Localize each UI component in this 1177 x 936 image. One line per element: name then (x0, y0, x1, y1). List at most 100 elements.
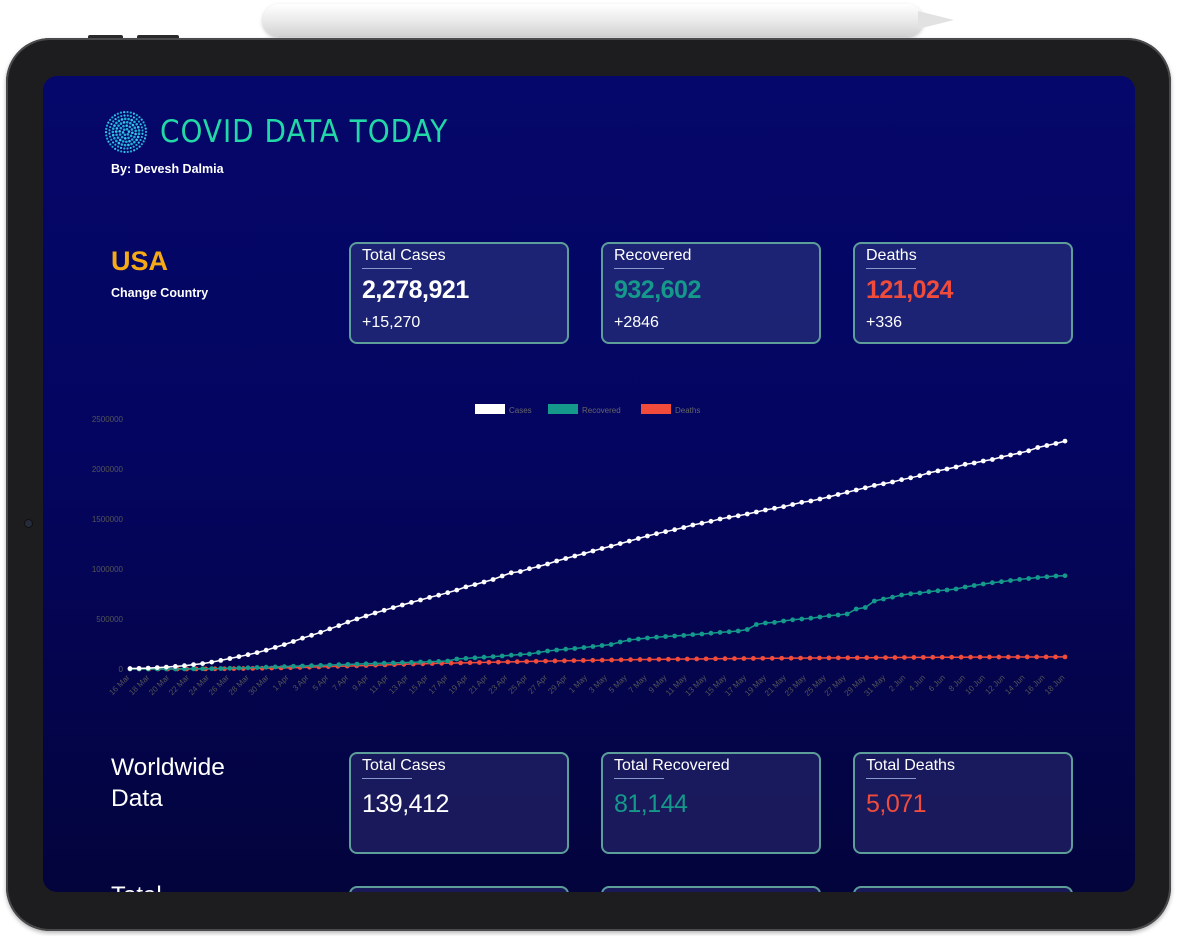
data-point-deaths[interactable] (514, 659, 520, 665)
data-point-cases[interactable] (899, 477, 905, 483)
data-point-recovered[interactable] (209, 666, 215, 672)
data-point-cases[interactable] (345, 619, 351, 625)
data-point-cases[interactable] (862, 485, 868, 491)
data-point-cases[interactable] (481, 579, 487, 585)
data-point-deaths[interactable] (495, 659, 501, 665)
data-point-recovered[interactable] (1044, 574, 1050, 580)
data-point-deaths[interactable] (996, 654, 1002, 660)
data-point-recovered[interactable] (1008, 578, 1013, 583)
data-point-recovered[interactable] (853, 606, 859, 612)
data-point-cases[interactable] (717, 516, 723, 522)
data-point-cases[interactable] (545, 561, 550, 567)
data-point-cases[interactable] (989, 457, 995, 462)
data-point-deaths[interactable] (920, 654, 926, 660)
data-point-recovered[interactable] (1017, 577, 1023, 582)
data-point-cases[interactable] (799, 499, 805, 505)
data-point-cases[interactable] (581, 551, 587, 556)
data-point-cases[interactable] (263, 647, 269, 653)
data-point-recovered[interactable] (808, 615, 814, 621)
data-point-recovered[interactable] (590, 644, 596, 649)
data-point-cases[interactable] (409, 600, 414, 605)
data-point-recovered[interactable] (835, 612, 841, 618)
data-point-cases[interactable] (390, 605, 396, 610)
data-point-deaths[interactable] (826, 655, 832, 661)
data-point-cases[interactable] (399, 602, 405, 608)
data-point-cases[interactable] (427, 595, 432, 600)
data-point-deaths[interactable] (911, 655, 917, 660)
data-point-deaths[interactable] (628, 657, 633, 663)
data-point-cases[interactable] (681, 525, 687, 530)
data-point-recovered[interactable] (772, 620, 777, 625)
data-point-deaths[interactable] (722, 656, 728, 662)
data-point-recovered[interactable] (1026, 576, 1032, 581)
data-point-cases[interactable] (871, 483, 877, 488)
data-point-cases[interactable] (672, 527, 678, 533)
data-point-deaths[interactable] (788, 655, 794, 661)
data-point-cases[interactable] (572, 553, 578, 559)
data-point-deaths[interactable] (467, 660, 473, 666)
data-point-recovered[interactable] (399, 660, 405, 665)
data-point-recovered[interactable] (499, 653, 505, 659)
data-point-recovered[interactable] (472, 655, 478, 661)
data-point-cases[interactable] (890, 479, 895, 485)
data-point-deaths[interactable] (854, 655, 860, 661)
data-point-cases[interactable] (218, 658, 224, 663)
data-point-cases[interactable] (309, 632, 314, 638)
data-point-cases[interactable] (463, 584, 469, 590)
data-point-deaths[interactable] (1053, 654, 1058, 660)
data-point-deaths[interactable] (930, 654, 936, 660)
data-point-recovered[interactable] (427, 659, 432, 665)
data-point-deaths[interactable] (552, 658, 558, 664)
data-point-recovered[interactable] (608, 642, 614, 647)
data-point-cases[interactable] (608, 543, 614, 549)
legend-label-recovered[interactable]: Recovered (582, 406, 621, 415)
data-point-cases[interactable] (145, 665, 151, 671)
data-point-cases[interactable] (753, 509, 759, 515)
data-point-deaths[interactable] (1034, 654, 1040, 660)
data-point-recovered[interactable] (781, 618, 786, 624)
data-point-deaths[interactable] (883, 655, 888, 660)
data-point-cases[interactable] (336, 623, 342, 629)
data-point-recovered[interactable] (418, 659, 423, 665)
data-point-deaths[interactable] (562, 658, 567, 664)
data-point-cases[interactable] (372, 610, 378, 616)
data-point-recovered[interactable] (227, 665, 233, 671)
data-point-cases[interactable] (663, 529, 668, 535)
data-point-recovered[interactable] (717, 630, 723, 635)
data-point-recovered[interactable] (290, 663, 296, 669)
data-point-recovered[interactable] (454, 656, 460, 662)
data-point-recovered[interactable] (508, 652, 514, 658)
data-point-recovered[interactable] (799, 616, 805, 622)
data-point-recovered[interactable] (517, 652, 523, 657)
data-point-deaths[interactable] (1043, 654, 1049, 660)
data-point-cases[interactable] (499, 573, 505, 579)
data-point-deaths[interactable] (609, 657, 615, 663)
data-point-cases[interactable] (944, 466, 950, 472)
data-point-cases[interactable] (917, 473, 923, 479)
data-point-recovered[interactable] (753, 622, 759, 627)
data-point-recovered[interactable] (1062, 573, 1068, 579)
data-point-deaths[interactable] (458, 660, 463, 666)
data-point-deaths[interactable] (656, 656, 662, 662)
data-point-cases[interactable] (1062, 438, 1068, 444)
data-point-deaths[interactable] (486, 659, 492, 665)
data-point-recovered[interactable] (300, 663, 305, 669)
data-point-cases[interactable] (853, 487, 859, 493)
data-point-cases[interactable] (418, 597, 423, 603)
data-point-deaths[interactable] (637, 657, 643, 662)
data-point-cases[interactable] (699, 520, 705, 526)
data-point-recovered[interactable] (862, 605, 868, 610)
data-point-recovered[interactable] (599, 643, 605, 648)
data-point-recovered[interactable] (690, 632, 696, 637)
data-point-cases[interactable] (808, 498, 814, 504)
data-point-deaths[interactable] (694, 656, 700, 662)
data-point-cases[interactable] (327, 626, 333, 632)
data-point-cases[interactable] (626, 538, 632, 544)
data-point-deaths[interactable] (892, 655, 898, 660)
legend-swatch-recovered[interactable] (548, 404, 578, 414)
data-point-recovered[interactable] (536, 650, 541, 655)
data-point-deaths[interactable] (817, 655, 822, 661)
data-point-recovered[interactable] (999, 579, 1004, 585)
data-point-recovered[interactable] (626, 637, 632, 643)
data-point-cases[interactable] (826, 494, 832, 500)
